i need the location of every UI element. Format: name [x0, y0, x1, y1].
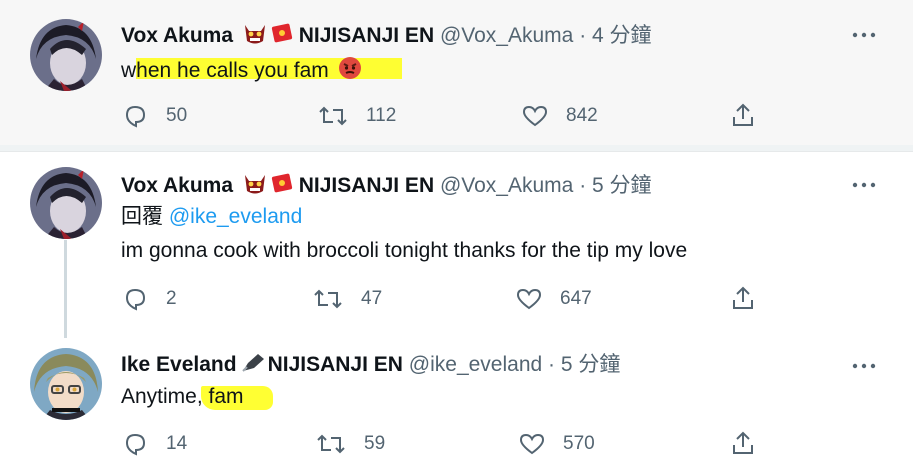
red-envelope-emoji — [271, 172, 293, 201]
share-icon — [733, 103, 753, 126]
user-handle[interactable]: @Vox_Akuma — [440, 174, 573, 197]
retweet-button[interactable]: 47 — [313, 287, 382, 311]
like-button[interactable]: 570 — [519, 432, 595, 456]
more-icon[interactable] — [852, 355, 876, 375]
fountain-pen-emoji — [240, 351, 268, 380]
thread-line — [64, 240, 67, 338]
reply-icon — [125, 288, 146, 311]
affiliation-badge: NIJISANJI EN — [298, 174, 435, 198]
tweet-text: when he calls you fam — [121, 56, 362, 87]
heart-icon — [516, 288, 542, 310]
oni-mask-emoji — [242, 171, 268, 202]
retweet-count: 47 — [361, 288, 383, 309]
retweet-count: 59 — [364, 433, 386, 454]
more-icon[interactable] — [852, 174, 876, 194]
user-handle[interactable]: @Vox_Akuma — [440, 24, 573, 47]
share-button[interactable] — [731, 285, 755, 311]
display-name[interactable]: Ike Eveland — [121, 353, 237, 376]
like-count: 647 — [560, 288, 592, 309]
share-button[interactable] — [731, 102, 755, 128]
retweet-icon — [317, 434, 345, 454]
affiliation-badge: NIJISANJI EN — [267, 353, 403, 377]
replying-to-label: 回覆 — [121, 205, 163, 228]
reply-button[interactable]: 50 — [122, 104, 187, 128]
tweet-text-body: when he calls you fam — [121, 59, 329, 83]
like-button[interactable]: 842 — [522, 104, 598, 128]
share-button[interactable] — [731, 430, 755, 456]
reply-count: 2 — [166, 288, 177, 309]
display-name[interactable]: Vox Akuma — [121, 174, 233, 197]
display-name[interactable]: Vox Akuma — [121, 24, 233, 47]
retweet-button[interactable]: 112 — [318, 104, 396, 128]
retweet-icon — [314, 289, 342, 309]
like-count: 842 — [566, 105, 598, 126]
tweet[interactable]: Vox Akuma NIJISANJI EN @Vox_Akuma · 5 分鐘… — [0, 152, 913, 338]
avatar[interactable] — [30, 19, 102, 91]
tweet[interactable]: Ike Eveland NIJISANJI EN @ike_eveland · … — [0, 338, 913, 465]
reply-count: 14 — [166, 433, 188, 454]
like-button[interactable]: 647 — [516, 287, 592, 311]
tweet-header: Vox Akuma NIJISANJI EN @Vox_Akuma · 4 分鐘 — [121, 21, 652, 52]
heart-icon — [519, 433, 545, 455]
user-handle[interactable]: @ike_eveland — [409, 353, 542, 376]
tweet-text: im gonna cook with broccoli tonight than… — [121, 239, 688, 262]
affiliation-badge: NIJISANJI EN — [298, 24, 435, 48]
mention-link[interactable]: @ike_eveland — [169, 205, 302, 228]
angry-face-emoji — [338, 56, 362, 87]
reply-icon — [125, 105, 146, 128]
reply-count: 50 — [166, 105, 188, 126]
share-icon — [733, 431, 753, 454]
reply-icon — [125, 433, 146, 456]
share-icon — [733, 286, 753, 309]
tweet[interactable]: Vox Akuma NIJISANJI EN @Vox_Akuma · 4 分鐘… — [0, 0, 913, 145]
retweet-count: 112 — [366, 105, 397, 126]
replying-to: 回覆 @ike_eveland — [121, 204, 302, 230]
reply-button[interactable]: 14 — [122, 432, 187, 456]
heart-icon — [522, 105, 548, 127]
retweet-icon — [319, 106, 347, 126]
tweet-header: Ike Eveland NIJISANJI EN @ike_eveland · … — [121, 351, 620, 380]
more-icon[interactable] — [852, 24, 876, 44]
tweet-header: Vox Akuma NIJISANJI EN @Vox_Akuma · 5 分鐘 — [121, 171, 652, 202]
reply-button[interactable]: 2 — [122, 287, 177, 311]
avatar[interactable] — [30, 167, 102, 239]
red-envelope-emoji — [271, 22, 293, 51]
retweet-button[interactable]: 59 — [316, 432, 385, 456]
timestamp[interactable]: · 5 分鐘 — [579, 174, 651, 197]
like-count: 570 — [563, 433, 595, 454]
avatar[interactable] — [30, 348, 102, 420]
oni-mask-emoji — [242, 21, 268, 52]
timestamp[interactable]: · 5 分鐘 — [548, 353, 620, 376]
timestamp[interactable]: · 4 分鐘 — [579, 24, 651, 47]
tweet-text: Anytime, fam — [121, 385, 244, 408]
